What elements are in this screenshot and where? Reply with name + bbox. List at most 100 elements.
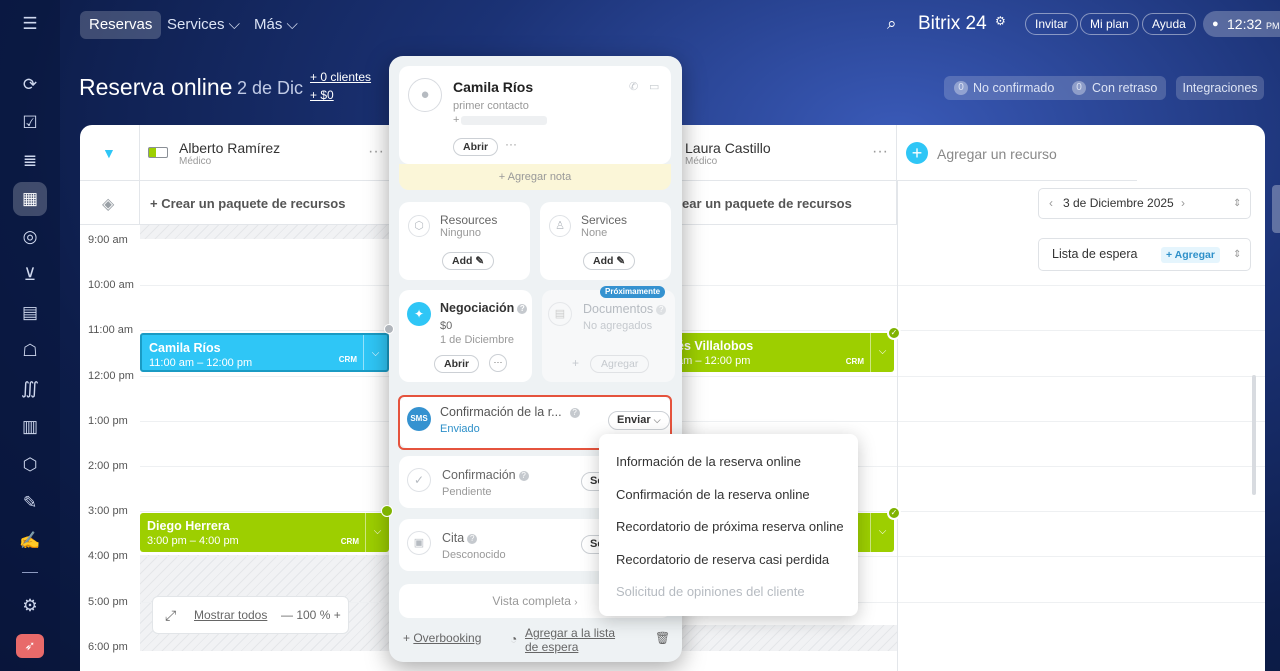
late-count: 0 (1072, 81, 1086, 95)
calendar-booking-icon[interactable]: ▦ (18, 187, 42, 211)
phone-icon[interactable]: ✆ (629, 80, 638, 93)
create-package-cell[interactable]: + Crear un paquete de recursos (140, 181, 390, 225)
unconfirmed-filter[interactable]: No confirmado (973, 76, 1054, 100)
layers-icon[interactable]: ◈ (102, 194, 114, 214)
late-filter[interactable]: Con retraso (1092, 76, 1157, 100)
more-icon[interactable]: ··· (505, 137, 517, 151)
rocket-icon[interactable]: ➶ (16, 634, 44, 658)
more-icon[interactable]: ··· (368, 143, 384, 161)
help-button[interactable]: Ayuda (1142, 13, 1196, 35)
booking-name: és Villalobos (677, 339, 754, 353)
filter-icon[interactable]: ▼ (102, 145, 116, 161)
tab-more[interactable]: Más ⌵ (254, 11, 298, 39)
add-note-button[interactable]: + Agregar nota (399, 164, 671, 190)
create-package-button[interactable]: + Crear un paquete de recursos (150, 196, 345, 211)
add-resources-button[interactable]: Add ✎ (442, 252, 495, 270)
robot-icon[interactable]: ☖ (18, 339, 42, 363)
crm-badge[interactable]: CRM (846, 357, 864, 366)
booking-villalobos[interactable]: és Villalobos am – 12:00 pm CRM ⌵ ✓ (677, 326, 901, 372)
booking-camila[interactable]: Camila Ríos 11:00 am – 12:00 pm CRM ⌵ (140, 333, 389, 372)
settings-icon[interactable]: ⚙ (18, 594, 42, 618)
resource-name[interactable]: Laura Castillo (685, 140, 771, 156)
menu-item-missed-reminder[interactable]: Recordatorio de reserva casi perdida (616, 552, 829, 567)
target-icon[interactable]: ◎ (18, 225, 42, 249)
chevron-right-icon: › (574, 597, 578, 608)
tab-services[interactable]: Services ⌵ (167, 11, 240, 39)
more-icon[interactable]: ··· (489, 354, 507, 372)
open-client-button[interactable]: Abrir (453, 138, 499, 156)
invite-button[interactable]: Invitar (1025, 13, 1078, 35)
tab-reservas[interactable]: Reservas (80, 11, 162, 39)
clock-widget[interactable]: ● 12:32 PM (1203, 11, 1280, 37)
prev-date-icon[interactable]: ‹ (1049, 189, 1053, 218)
next-date-icon[interactable]: › (1181, 189, 1185, 218)
hexagon-icon[interactable]: ⬡ (18, 453, 42, 477)
waitlist-add-button[interactable]: + Agregar (1161, 247, 1220, 263)
chevron-down-icon[interactable]: ⌵ (363, 335, 387, 370)
tasks-icon[interactable]: ☑ (18, 111, 42, 135)
add-to-waitlist-link[interactable]: Agregar a la lista de espera (525, 626, 615, 654)
check-icon: ✓ (407, 468, 431, 492)
client-card: ● Camila Ríos primer contacto + ✆ ▭ Abri… (399, 66, 671, 164)
contacts-icon[interactable]: ⟳ (18, 73, 42, 97)
documents-card: Próximamente ▤ Documentos? No agregados … (542, 286, 675, 382)
more-icon[interactable]: ··· (872, 143, 888, 161)
deal-title[interactable]: Negociación? (440, 301, 528, 315)
help-icon[interactable]: ? (517, 304, 528, 314)
client-name[interactable]: Camila Ríos (453, 79, 533, 95)
sign-icon[interactable]: ✎ (18, 491, 42, 515)
people-icon: ♙ (549, 215, 571, 237)
menu-item-confirmation[interactable]: Confirmación de la reserva online (616, 487, 810, 502)
time-label: 5:00 pm (88, 596, 128, 608)
updown-icon[interactable]: ⇕ (1233, 189, 1241, 218)
create-package-cell-2[interactable]: rear un paquete de recursos (677, 181, 897, 225)
services-card: ♙ Services None Add ✎ (540, 202, 671, 280)
resource-name[interactable]: Alberto Ramírez (179, 140, 280, 156)
card-icon[interactable]: ▤ (18, 301, 42, 325)
sidebar-divider (22, 572, 38, 573)
integrations-button[interactable]: Integraciones (1176, 76, 1264, 100)
clients-count[interactable]: + 0 clientes (310, 70, 371, 84)
trash-icon[interactable]: 🗑 (655, 631, 670, 645)
booking-name: Diego Herrera (147, 519, 230, 533)
waitlist-box[interactable]: Lista de espera + Agregar ⇕ (1038, 238, 1251, 271)
expand-icon[interactable]: ⤢ (165, 597, 176, 633)
add-services-button[interactable]: Add ✎ (583, 252, 636, 270)
crm-badge[interactable]: CRM (339, 355, 357, 364)
add-resource-label: Agregar un recurso (937, 146, 1057, 162)
filter-stack-icon[interactable]: ≣ (18, 149, 42, 173)
menu-item-reminder[interactable]: Recordatorio de próxima reserva online (616, 519, 844, 534)
overbooking-link[interactable]: + Overbooking (403, 631, 481, 645)
resources-value: Ninguno (440, 227, 481, 239)
updown-icon[interactable]: ⇕ (1233, 239, 1241, 270)
search-icon[interactable]: ⌕ (887, 14, 897, 34)
cart-icon[interactable]: ⊻ (18, 263, 42, 287)
confirmed-check-icon: ✓ (887, 506, 901, 520)
menu-icon[interactable]: ☰ (18, 12, 42, 36)
crm-badge[interactable]: CRM (341, 537, 359, 546)
deal-amount: $0 (440, 320, 453, 332)
chevron-down-icon[interactable]: ⌵ (365, 513, 389, 552)
show-all-link[interactable]: Mostrar todos (194, 597, 267, 633)
analytics-icon[interactable]: ▥ (18, 415, 42, 439)
date-picker[interactable]: ‹ 3 de Diciembre 2025 › ⇕ (1038, 188, 1251, 219)
amount-total[interactable]: + $0 (310, 88, 334, 102)
appointment-status: Desconocido (442, 549, 506, 561)
help-icon[interactable]: ? (518, 471, 529, 481)
my-plan-button[interactable]: Mi plan (1080, 13, 1139, 35)
booking-time: 3:00 pm – 4:00 pm (147, 535, 239, 547)
logo-settings-icon[interactable]: ⚙ (995, 14, 1006, 28)
side-edge-tab[interactable] (1272, 185, 1280, 233)
booking-diego[interactable]: Diego Herrera 3:00 pm – 4:00 pm CRM ⌵ (140, 513, 389, 552)
add-resource[interactable]: + Agregar un recurso (897, 125, 1137, 181)
open-deal-button[interactable]: Abrir (434, 355, 480, 373)
document-icon[interactable]: ✍ (18, 529, 42, 553)
zoom-control: ⤢ Mostrar todos — 100 % + (152, 596, 349, 634)
automation-icon[interactable]: ∭ (18, 377, 42, 401)
menu-item-info[interactable]: Información de la reserva online (616, 454, 801, 469)
zoom-level[interactable]: — 100 % + (281, 597, 341, 633)
help-icon[interactable]: ? (467, 534, 478, 544)
create-package-button[interactable]: rear un paquete de recursos (677, 196, 852, 211)
scrollbar[interactable] (1252, 375, 1256, 495)
chat-icon[interactable]: ▭ (649, 80, 659, 93)
